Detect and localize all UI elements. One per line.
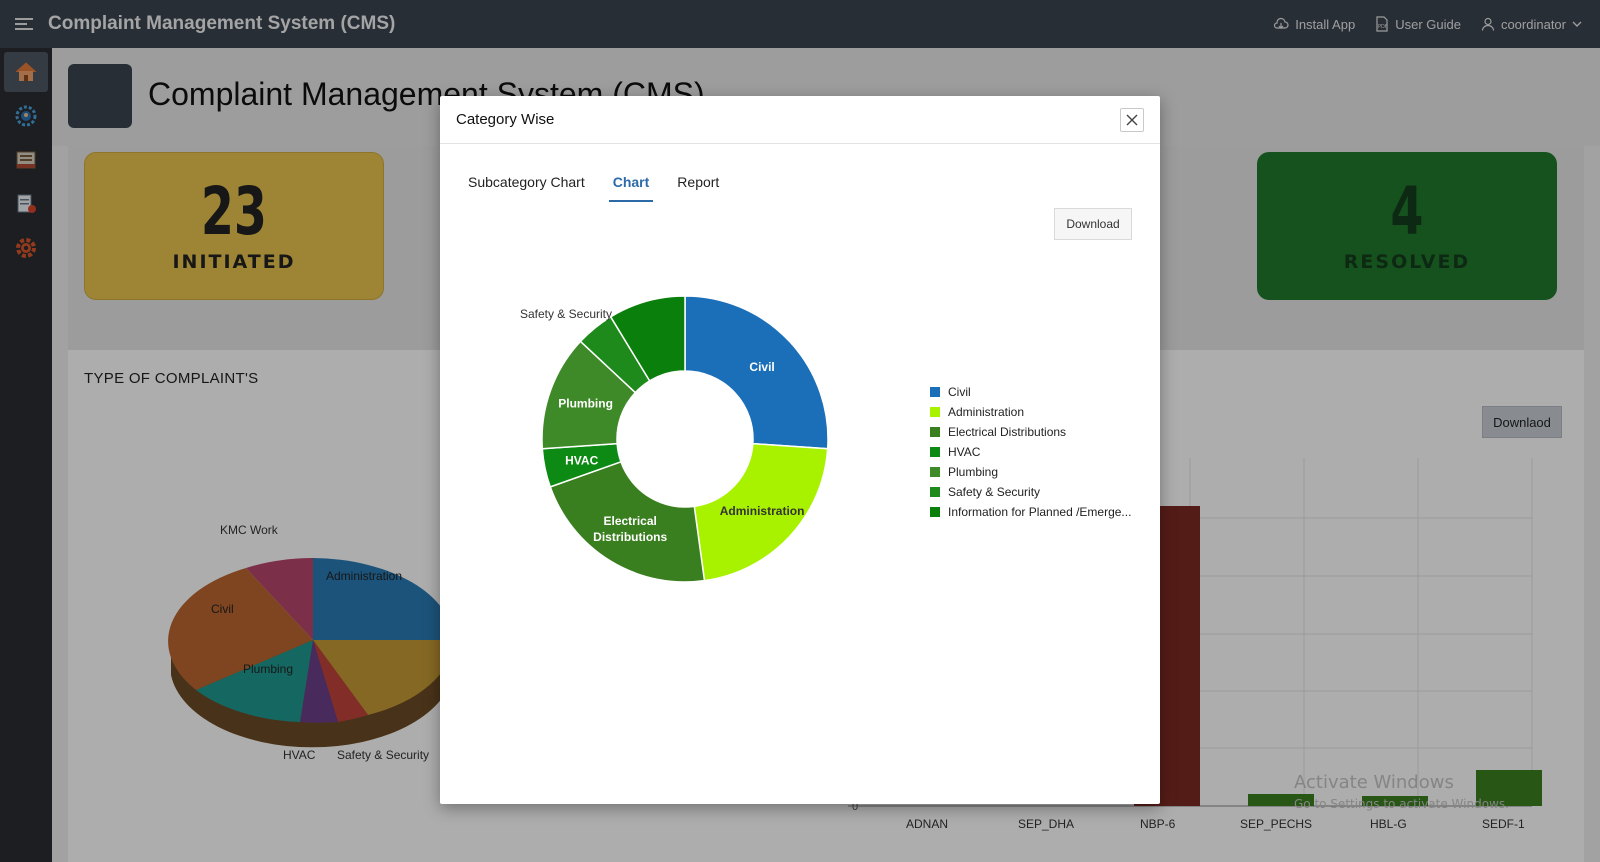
legend-item[interactable]: Safety & Security <box>930 482 1131 502</box>
legend-item[interactable]: Information for Planned /Emerge... <box>930 502 1131 522</box>
legend-item[interactable]: Electrical Distributions <box>930 422 1131 442</box>
legend-item[interactable]: Administration <box>930 402 1131 422</box>
legend-swatch <box>930 467 940 477</box>
legend-label: Civil <box>948 385 971 399</box>
legend-swatch <box>930 447 940 457</box>
donut-label-hvac: HVAC <box>565 453 598 467</box>
legend-swatch <box>930 487 940 497</box>
legend-label: Electrical Distributions <box>948 425 1067 439</box>
legend-swatch <box>930 407 940 417</box>
legend-item[interactable]: Civil <box>930 382 1131 402</box>
legend-swatch <box>930 507 940 517</box>
legend-label: Plumbing <box>948 465 999 479</box>
legend-swatch <box>930 387 940 397</box>
chart-legend: Civil Administration Electrical Distributi… <box>930 382 1131 522</box>
donut-label-safety-security: Safety & Security <box>520 307 612 321</box>
legend-item[interactable]: HVAC <box>930 442 1131 462</box>
donut-label-civil: Civil <box>749 360 774 374</box>
legend-label: HVAC <box>948 445 981 459</box>
legend-label: Administration <box>948 405 1025 419</box>
legend-item[interactable]: Plumbing <box>930 462 1131 482</box>
category-wise-modal: Category Wise Subcategory Chart Chart Re… <box>440 96 1160 804</box>
donut-label-plumbing: Plumbing <box>558 397 613 411</box>
legend-label: Safety & Security <box>948 485 1041 499</box>
donut-label-administration: Administration <box>720 504 805 518</box>
legend-swatch <box>930 427 940 437</box>
legend-label: Information for Planned /Emerge... <box>948 505 1132 519</box>
